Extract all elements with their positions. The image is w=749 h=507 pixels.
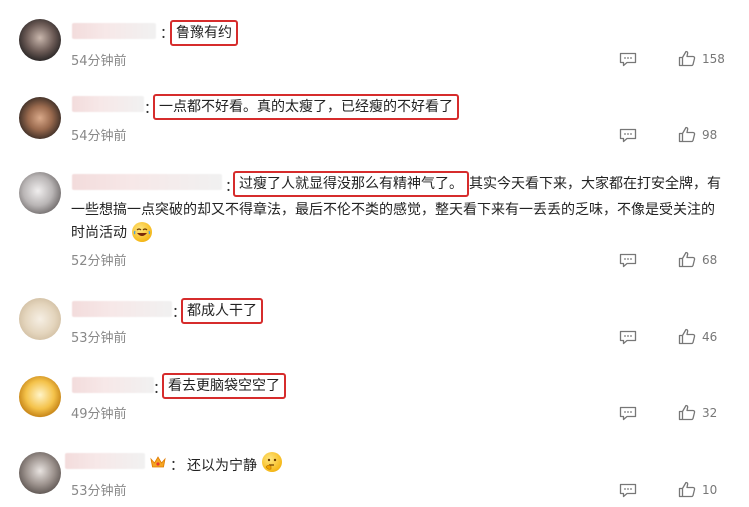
timestamp: 54分钟前 (71, 54, 127, 69)
comment-text: 看去更脑袋空空了 (162, 373, 286, 399)
reply-icon[interactable] (619, 253, 637, 268)
timestamp: 53分钟前 (71, 331, 127, 346)
username-blurred[interactable] (72, 377, 154, 393)
username-blurred[interactable] (72, 96, 144, 112)
like-count: 98 (702, 128, 718, 142)
timestamp: 53分钟前 (71, 484, 127, 499)
timestamp: 52分钟前 (71, 254, 127, 269)
colon: ： (170, 458, 184, 474)
like-count: 68 (702, 253, 718, 267)
timestamp: 49分钟前 (71, 407, 127, 422)
avatar[interactable] (19, 298, 61, 340)
thumbs-up-icon[interactable] (678, 328, 696, 345)
avatar[interactable] (19, 376, 61, 418)
reply-icon[interactable] (619, 406, 637, 421)
crown-badge-icon (150, 456, 166, 468)
thumbs-up-icon[interactable] (678, 50, 696, 67)
comment-text: 一些想搞一点突破的却又不得章法，最后不伦不类的感觉，整天看下来有一丢丢的乏味，不… (71, 202, 715, 218)
reply-icon[interactable] (619, 330, 637, 345)
thumbs-up-icon[interactable] (678, 126, 696, 143)
comment-text: 还以为宁静 (187, 458, 257, 474)
comment-text: 其实今天看下来，大家都在打安全牌，有 (469, 176, 721, 192)
like-count: 158 (702, 52, 725, 66)
like-count: 10 (702, 483, 718, 497)
reply-icon[interactable] (619, 128, 637, 143)
like-count: 46 (702, 330, 718, 344)
avatar[interactable] (19, 452, 61, 494)
username-blurred[interactable] (72, 301, 172, 317)
avatar[interactable] (19, 172, 61, 214)
comment-text: 都成人干了 (181, 298, 263, 324)
thumbs-up-icon[interactable] (678, 404, 696, 421)
comment-text-highlight: 过瘦了人就显得没那么有精神气了。 (233, 171, 469, 197)
username-blurred[interactable] (65, 453, 145, 469)
laughing-emoji-icon (132, 222, 152, 242)
avatar[interactable] (19, 97, 61, 139)
username-blurred[interactable] (72, 23, 156, 39)
reply-icon[interactable] (619, 52, 637, 67)
thinking-emoji-icon (262, 452, 282, 472)
username-blurred[interactable] (72, 174, 222, 190)
comment-text: 时尚活动 (71, 225, 127, 241)
like-count: 32 (702, 406, 718, 420)
comment-text: 一点都不好看。真的太瘦了，已经瘦的不好看了 (153, 94, 459, 120)
avatar[interactable] (19, 19, 61, 61)
reply-icon[interactable] (619, 483, 637, 498)
thumbs-up-icon[interactable] (678, 251, 696, 268)
timestamp: 54分钟前 (71, 129, 127, 144)
thumbs-up-icon[interactable] (678, 481, 696, 498)
comment-text: 鲁豫有约 (170, 20, 238, 46)
